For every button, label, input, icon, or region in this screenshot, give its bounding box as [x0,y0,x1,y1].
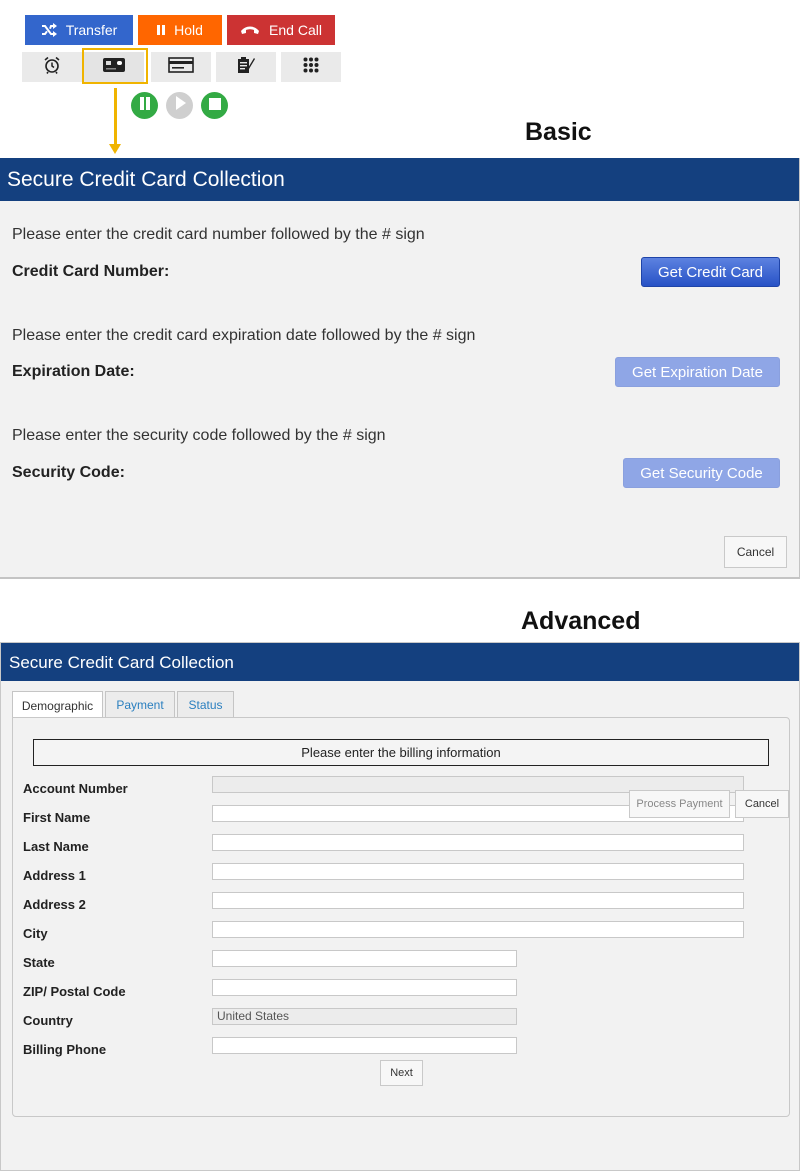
advanced-section-label: Advanced [521,607,641,635]
country-field[interactable]: United States [212,1008,517,1025]
play-icon [174,96,186,115]
stop-recording-button[interactable] [201,92,228,119]
notes-button[interactable] [216,52,276,82]
shuffle-icon [41,23,57,37]
advanced-credit-card-panel: Secure Credit Card Collection Demographi… [0,642,800,1171]
end-call-button[interactable]: End Call [227,15,335,45]
card-reader-icon [168,56,194,78]
process-payment-button[interactable]: Process Payment [629,790,730,818]
clipboard-pen-icon [237,56,255,79]
card-number-prompt: Please enter the credit card number foll… [12,226,425,243]
payment-form-button[interactable] [151,52,211,82]
pause-icon [139,96,151,115]
advanced-panel-title: Secure Credit Card Collection [1,643,799,681]
dialpad-button[interactable] [281,52,341,82]
callout-arrow-line [114,88,117,146]
pause-recording-button[interactable] [131,92,158,119]
state-label: State [23,955,55,970]
expiration-date-label: Expiration Date: [12,363,135,380]
address-1-field[interactable] [212,863,744,880]
get-credit-card-button[interactable]: Get Credit Card [641,257,780,287]
expiration-prompt: Please enter the credit card expiration … [12,327,476,344]
get-expiration-date-button[interactable]: Get Expiration Date [615,357,780,387]
end-call-label: End Call [269,22,322,38]
address-2-field[interactable] [212,892,744,909]
country-label: Country [23,1013,73,1028]
city-label: City [23,926,48,941]
stop-icon [208,97,221,115]
alarm-clock-button[interactable] [22,52,82,82]
hang-up-phone-icon [240,25,260,35]
tab-status[interactable]: Status [177,691,234,717]
zip-postal-code-label: ZIP/ Postal Code [23,984,126,999]
tab-payment[interactable]: Payment [105,691,175,717]
basic-section-label: Basic [525,118,592,146]
security-code-prompt: Please enter the security code followed … [12,427,386,444]
city-field[interactable] [212,921,744,938]
billing-phone-field[interactable] [212,1037,517,1054]
cancel-button[interactable]: Cancel [724,536,787,568]
callout-arrow-head [109,144,121,154]
transfer-button[interactable]: Transfer [25,15,133,45]
demographic-tab-content: Please enter the billing information Acc… [12,717,790,1117]
billing-phone-label: Billing Phone [23,1042,107,1057]
last-name-field[interactable] [212,834,744,851]
basic-credit-card-panel: Secure Credit Card Collection Please ent… [0,158,800,579]
dialpad-icon [303,57,319,78]
get-security-code-button[interactable]: Get Security Code [623,458,780,488]
billing-info-banner: Please enter the billing information [33,739,769,766]
first-name-label: First Name [23,810,91,825]
hold-button[interactable]: Hold [138,15,222,45]
hold-label: Hold [174,22,203,38]
card-number-label: Credit Card Number: [12,263,170,280]
state-field[interactable] [212,950,517,967]
last-name-label: Last Name [23,839,89,854]
address-1-label: Address 1 [23,868,86,883]
pause-icon [157,25,166,35]
transfer-label: Transfer [65,22,118,38]
alarm-clock-icon [43,56,61,79]
account-number-label: Account Number [23,781,128,796]
advanced-cancel-button[interactable]: Cancel [735,790,789,818]
zip-postal-code-field[interactable] [212,979,517,996]
next-button[interactable]: Next [380,1060,423,1086]
tab-demographic[interactable]: Demographic [12,691,103,719]
credit-card-button-highlight [82,48,148,84]
basic-panel-title: Secure Credit Card Collection [0,158,799,201]
play-recording-button[interactable] [166,92,193,119]
address-2-label: Address 2 [23,897,86,912]
security-code-label: Security Code: [12,464,125,481]
